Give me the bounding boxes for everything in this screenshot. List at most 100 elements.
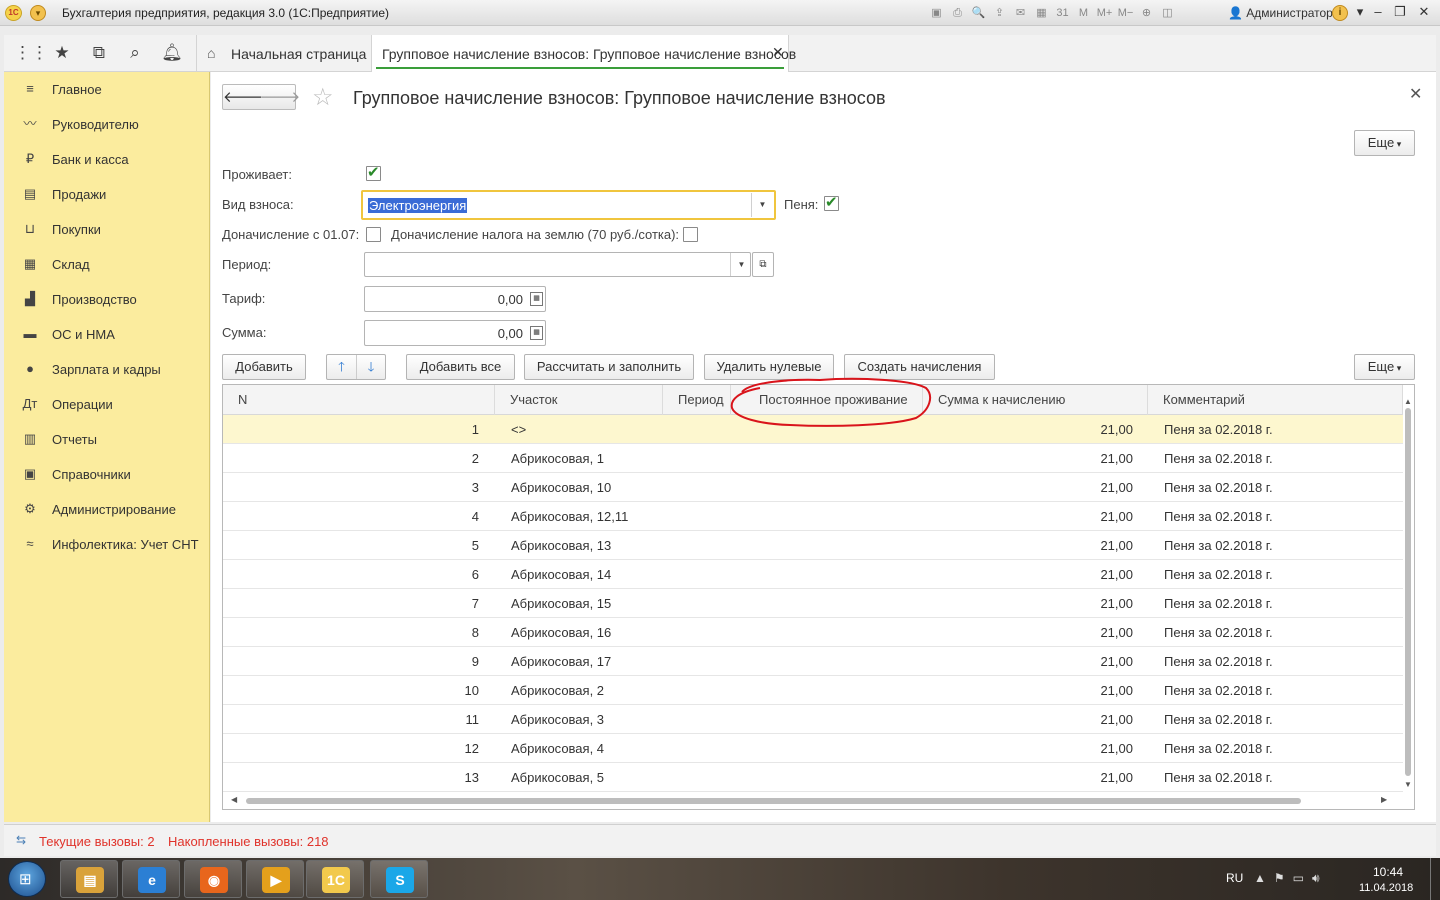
period-field[interactable]: ▼ bbox=[364, 252, 751, 277]
upload-icon[interactable]: ⇪ bbox=[991, 5, 1008, 21]
memory-plus-icon[interactable]: M+ bbox=[1096, 5, 1113, 21]
save-icon[interactable]: ▣ bbox=[928, 5, 945, 21]
vertical-scroll-thumb[interactable] bbox=[1405, 408, 1411, 776]
close-tab-icon[interactable]: ✕ bbox=[772, 44, 784, 61]
sidebar-item[interactable]: ▥ Отчеты bbox=[4, 422, 210, 457]
print-icon[interactable]: ⎙ bbox=[949, 5, 966, 21]
close-window-button[interactable]: ✕ bbox=[1414, 4, 1434, 20]
col-plot-header[interactable]: Участок bbox=[495, 385, 663, 415]
sections-grid-icon[interactable]: ⋮⋮ bbox=[14, 43, 48, 63]
table-row[interactable]: 13 Абрикосовая, 5 21,00 Пеня за 02.2018 г. bbox=[223, 763, 1403, 792]
add-all-button[interactable]: Добавить все bbox=[406, 354, 515, 380]
move-up-icon[interactable]: 🡑 bbox=[327, 355, 356, 379]
col-n-header[interactable]: N bbox=[223, 385, 495, 415]
favorites-icon[interactable]: ★ bbox=[51, 43, 73, 63]
scroll-right-icon[interactable]: ▶ bbox=[1381, 795, 1387, 804]
extra-from-checkbox[interactable] bbox=[366, 227, 381, 242]
table-row[interactable]: 8 Абрикосовая, 16 21,00 Пеня за 02.2018 г. bbox=[223, 618, 1403, 647]
sidebar-item[interactable]: ⊔ Покупки bbox=[4, 212, 210, 247]
start-button[interactable]: ⊞ bbox=[8, 861, 46, 897]
table-row[interactable]: 12 Абрикосовая, 4 21,00 Пеня за 02.2018 г. bbox=[223, 734, 1403, 763]
language-indicator[interactable]: RU bbox=[1226, 871, 1243, 885]
scroll-up-icon[interactable]: ▲ bbox=[1404, 397, 1412, 406]
table-row[interactable]: 9 Абрикосовая, 17 21,00 Пеня за 02.2018 г. bbox=[223, 647, 1403, 676]
memory-minus-icon[interactable]: M− bbox=[1117, 5, 1134, 21]
lives-checkbox[interactable] bbox=[366, 163, 381, 181]
memory-m-icon[interactable]: M bbox=[1075, 5, 1092, 21]
period-open-icon[interactable]: ⧉ bbox=[752, 252, 774, 277]
favorite-star-icon[interactable]: ☆ bbox=[312, 83, 334, 112]
table-row[interactable]: 11 Абрикосовая, 3 21,00 Пеня за 02.2018 г. bbox=[223, 705, 1403, 734]
sidebar-item[interactable]: ₽ Банк и касса bbox=[4, 142, 210, 177]
sidebar-item[interactable]: 〰 Руководителю bbox=[4, 107, 210, 142]
table-row[interactable]: 7 Абрикосовая, 15 21,00 Пеня за 02.2018 г. bbox=[223, 589, 1403, 618]
horizontal-scrollbar[interactable]: ◀ ▶ bbox=[231, 795, 1391, 805]
taskbar-app[interactable]: 1С bbox=[306, 860, 364, 898]
mail-icon[interactable]: ✉ bbox=[1012, 5, 1029, 21]
table-row[interactable]: 2 Абрикосовая, 1 21,00 Пеня за 02.2018 г. bbox=[223, 444, 1403, 473]
system-tray-icons[interactable]: ▲⚑▭🔊︎ bbox=[1254, 871, 1328, 886]
back-arrow-icon[interactable]: 🡐 bbox=[223, 87, 263, 106]
col-period-header[interactable]: Период bbox=[663, 385, 731, 415]
table-row[interactable]: 10 Абрикосовая, 2 21,00 Пеня за 02.2018 г. bbox=[223, 676, 1403, 705]
taskbar-app[interactable]: e bbox=[122, 860, 180, 898]
table-more-button[interactable]: Еще bbox=[1354, 354, 1415, 380]
notifications-icon[interactable]: 🔔︎ bbox=[161, 43, 183, 63]
forward-arrow-icon[interactable]: 🡒 bbox=[260, 87, 300, 106]
show-desktop-button[interactable] bbox=[1430, 858, 1440, 900]
info-icon[interactable]: i bbox=[1332, 5, 1348, 21]
sidebar-item[interactable]: ▬ ОС и НМА bbox=[4, 317, 210, 352]
sidebar-item[interactable]: ⚙ Администрирование bbox=[4, 492, 210, 527]
minimize-button[interactable]: – bbox=[1368, 4, 1388, 19]
history-icon[interactable]: ⧉ bbox=[88, 43, 110, 63]
sidebar-item[interactable]: ● Зарплата и кадры bbox=[4, 352, 210, 387]
penalty-checkbox[interactable] bbox=[824, 193, 839, 211]
sidebar-item[interactable]: ▣ Справочники bbox=[4, 457, 210, 492]
col-permanent-header[interactable]: Постоянное проживание bbox=[731, 385, 923, 415]
table-row[interactable]: 6 Абрикосовая, 14 21,00 Пеня за 02.2018 г. bbox=[223, 560, 1403, 589]
clock-time[interactable]: 10:44 bbox=[1373, 865, 1403, 879]
scroll-left-icon[interactable]: ◀ bbox=[231, 795, 237, 804]
col-comment-header[interactable]: Комментарий bbox=[1148, 385, 1403, 415]
table-row[interactable]: 5 Абрикосовая, 13 21,00 Пеня за 02.2018 г. bbox=[223, 531, 1403, 560]
dropdown-icon[interactable]: ▾ bbox=[1350, 4, 1370, 20]
sidebar-item[interactable]: Дт Операции bbox=[4, 387, 210, 422]
taskbar-app[interactable]: S bbox=[370, 860, 428, 898]
scroll-down-icon[interactable]: ▼ bbox=[1404, 780, 1412, 789]
horizontal-scroll-thumb[interactable] bbox=[246, 798, 1301, 804]
sidebar-item[interactable]: ▤ Продажи bbox=[4, 177, 210, 212]
taskbar-app[interactable]: ◉ bbox=[184, 860, 242, 898]
tab-group-charges[interactable]: Групповое начисление взносов: Групповое … bbox=[371, 35, 796, 72]
move-down-icon[interactable]: 🡓 bbox=[356, 355, 385, 379]
table-row[interactable]: 1 <> 21,00 Пеня за 02.2018 г. bbox=[223, 415, 1403, 444]
calculator-icon[interactable]: ▦ bbox=[530, 326, 543, 340]
zoom-icon[interactable]: ⊕ bbox=[1138, 5, 1155, 21]
period-dropdown-icon[interactable]: ▼ bbox=[730, 253, 752, 276]
sidebar-item[interactable]: ≈ Инфолектика: Учет СНТ bbox=[4, 527, 210, 562]
table-row[interactable]: 3 Абрикосовая, 10 21,00 Пеня за 02.2018 г. bbox=[223, 473, 1403, 502]
tab-home[interactable]: ⌂ Начальная страница bbox=[196, 35, 369, 72]
charges-table[interactable]: N Участок Период Постоянное проживание Сумма… bbox=[222, 384, 1415, 810]
table-icon[interactable]: ▦ bbox=[1033, 5, 1050, 21]
sum-field[interactable]: 0,00 ▦ bbox=[364, 320, 546, 346]
vertical-scrollbar[interactable]: ▲ ▼ bbox=[1404, 397, 1412, 789]
fee-type-field[interactable]: Электроэнергия ▼ bbox=[361, 190, 776, 220]
create-charges-button[interactable]: Создать начисления bbox=[844, 354, 995, 380]
search-icon[interactable]: ⌕ bbox=[124, 43, 146, 63]
fee-type-dropdown-icon[interactable]: ▼ bbox=[751, 193, 773, 217]
calendar-icon[interactable]: 31 bbox=[1054, 5, 1071, 21]
add-button[interactable]: Добавить bbox=[222, 354, 306, 380]
main-menu-button[interactable]: ▾ bbox=[30, 5, 46, 21]
calculator-icon[interactable]: ▦ bbox=[530, 292, 543, 306]
tariff-field[interactable]: 0,00 ▦ bbox=[364, 286, 546, 312]
delete-zero-button[interactable]: Удалить нулевые bbox=[704, 354, 834, 380]
sidebar-item[interactable]: ≡ Главное bbox=[4, 72, 210, 107]
restore-button[interactable]: ❐ bbox=[1390, 4, 1410, 20]
user-menu[interactable]: 👤 Администратор ▾ bbox=[1228, 6, 1342, 20]
table-row[interactable]: 4 Абрикосовая, 12,11 21,00 Пеня за 02.2018 … bbox=[223, 502, 1403, 531]
more-button[interactable]: Еще bbox=[1354, 130, 1415, 156]
taskbar-app[interactable]: ▶ bbox=[246, 860, 304, 898]
sidebar-item[interactable]: ▟ Производство bbox=[4, 282, 210, 317]
close-form-icon[interactable]: ✕ bbox=[1409, 84, 1422, 104]
calc-fill-button[interactable]: Рассчитать и заполнить bbox=[524, 354, 694, 380]
